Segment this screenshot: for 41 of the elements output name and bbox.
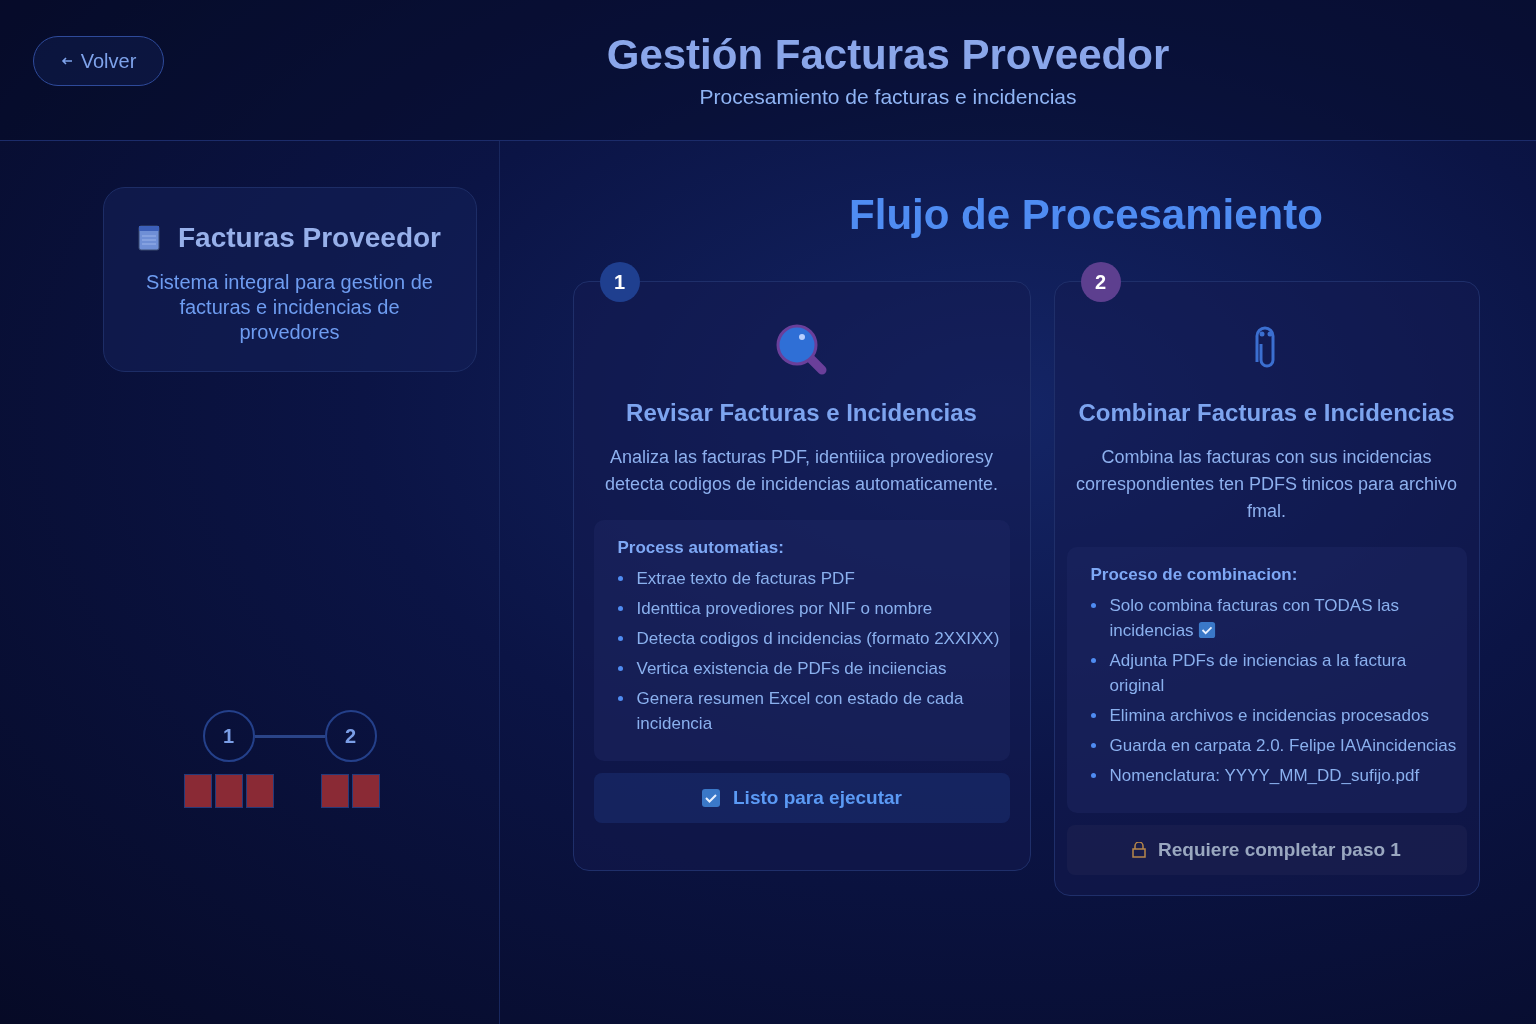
page-subtitle: Procesamiento de facturas e incidencias: [699, 85, 1077, 109]
info-description: Sistema integral para gestion de facturas e incidencias de provedores: [145, 270, 434, 345]
process-step: Elimina archivos e incidencias procesados: [1109, 703, 1429, 728]
section-title: Flujo de Procesamiento: [849, 191, 1323, 239]
process-step: Guarda en carpata 2.0. Felipe IA\Aincidencias: [1109, 733, 1457, 758]
card-title: Revisar Facturas e Incidencias: [625, 398, 978, 428]
page-title: Gestión Facturas Proveedor: [606, 31, 1170, 79]
bullet-icon: [617, 666, 623, 671]
bullet-icon: [1090, 603, 1096, 608]
panel-heading: Proceso de combinacion:: [1090, 565, 1299, 585]
bullet-icon: [1090, 773, 1096, 778]
arrow-left-icon: [60, 56, 73, 66]
bullet-icon: [1090, 713, 1096, 718]
process-step: Extrae texto de facturas PDF: [636, 566, 855, 591]
panel-heading: Process automatias:: [617, 538, 785, 558]
step-circle: 2: [324, 710, 377, 762]
process-step: Detecta codigos d incidencias (formato 2XXIXX): [636, 626, 1000, 651]
status-bar: Listo para ejecutar: [593, 773, 1010, 823]
process-step: Solo combina facturas con TODAS las incidencias: [1109, 593, 1457, 643]
process-step: Vertica existencia de PDFs de inciiencias: [636, 656, 947, 681]
status-bar: Requiere completar paso 1: [1066, 825, 1467, 875]
bullet-icon: [617, 696, 623, 701]
card-description: Analiza las facturas PDF, identiiica provedioresy detecta codigos de incidencias automaticamente.: [603, 446, 1000, 496]
info-title: Facturas Proveedor: [178, 222, 441, 254]
step-badge: 2: [1080, 262, 1121, 302]
step-connector: [254, 735, 325, 738]
process-step: Adjunta PDFs de inciencias a la factura original: [1109, 648, 1457, 698]
process-step: Identtica provediores por NIF o nombre: [636, 596, 933, 621]
bullet-icon: [617, 606, 623, 611]
bullet-icon: [617, 636, 623, 641]
card-description: Combina las facturas con sus incidencias correspondientes ten PDFS tinicos para archivo fmal.: [1074, 446, 1459, 523]
step-badge: 1: [599, 262, 640, 302]
bullet-icon: [617, 576, 623, 581]
card-title: Combinar Facturas e Incidencias: [1077, 398, 1456, 428]
bullet-icon: [1090, 658, 1096, 663]
back-button[interactable]: Volver: [33, 36, 164, 86]
process-step: Genera resumen Excel con estado de cada incidencia: [636, 686, 1000, 736]
process-step: Nomenclatura: YYYY_MM_DD_sufijo.pdf: [1109, 763, 1420, 788]
bullet-icon: [1090, 743, 1096, 748]
step-circle: 1: [202, 710, 255, 762]
notepad-icon: [138, 225, 160, 251]
